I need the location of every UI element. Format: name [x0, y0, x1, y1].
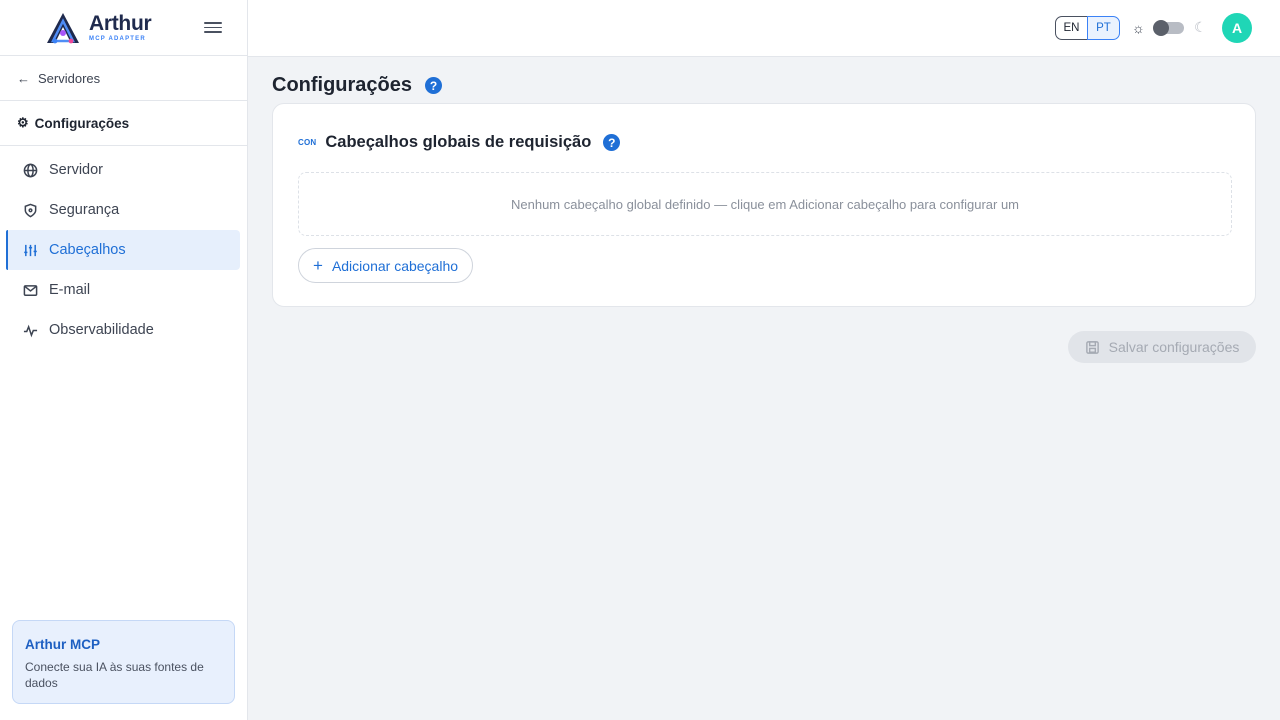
sidebar: Arthur MCP ADAPTER ← Servidores ⚙ Config…	[0, 0, 248, 720]
sidebar-item-label: Observabilidade	[49, 322, 154, 338]
sidebar-item-label: Servidor	[49, 162, 103, 178]
brand: Arthur MCP ADAPTER	[0, 0, 247, 56]
add-header-button[interactable]: + Adicionar cabeçalho	[298, 248, 474, 283]
moon-icon: ☾	[1194, 19, 1207, 35]
globe-icon	[23, 163, 38, 177]
plus-icon: +	[313, 256, 323, 275]
save-icon	[1085, 340, 1099, 354]
sliders-icon	[24, 244, 37, 256]
promo-title: Arthur MCP	[25, 637, 100, 652]
topbar: EN PT ☼ ☾ A	[248, 0, 1280, 57]
sidebar-item-seguranca[interactable]: Segurança	[6, 190, 240, 230]
sidebar-item-label: E-mail	[49, 282, 91, 298]
sidebar-item-email[interactable]: E-mail	[6, 270, 240, 310]
arrow-left-icon: ←	[17, 70, 30, 86]
brand-text: Arthur MCP ADAPTER	[89, 12, 152, 42]
avatar[interactable]: A	[1222, 13, 1252, 43]
activity-icon	[23, 324, 38, 337]
settings-nav: Servidor Segurança Cabeçalhos E-mail Obs…	[0, 146, 247, 350]
page-title-row: Configurações ?	[272, 74, 443, 97]
mail-icon	[23, 284, 38, 296]
save-settings-label: Salvar configurações	[1108, 339, 1240, 355]
brand-subtitle: MCP ADAPTER	[89, 36, 146, 42]
section-header: ⚙ Configurações	[0, 101, 247, 146]
back-label: Servidores	[38, 70, 101, 86]
gear-icon: ⚙	[17, 115, 29, 130]
theme-toggle[interactable]	[1153, 20, 1184, 36]
help-icon[interactable]: ?	[425, 77, 443, 94]
empty-state: Nenhum cabeçalho global definido — cliqu…	[298, 172, 1232, 236]
section-label: Configurações	[34, 115, 130, 131]
card-help-icon[interactable]: ?	[603, 134, 621, 151]
sidebar-item-label: Cabeçalhos	[49, 242, 126, 258]
con-icon: CON	[298, 138, 317, 147]
language-en-button[interactable]: EN	[1055, 16, 1088, 40]
language-switcher: EN PT	[1055, 16, 1120, 40]
promo-text: Conecte sua IA às suas fontes de dados	[25, 660, 204, 690]
menu-icon[interactable]	[204, 19, 222, 37]
card-title: Cabeçalhos globais de requisição	[325, 133, 592, 151]
sidebar-item-observabilidade[interactable]: Observabilidade	[6, 310, 240, 350]
brand-name: Arthur	[89, 12, 152, 35]
shield-icon	[24, 203, 37, 217]
card-header: CON Cabeçalhos globais de requisição ?	[298, 133, 621, 152]
page-title: Configurações	[272, 74, 413, 96]
sidebar-item-cabecalhos[interactable]: Cabeçalhos	[6, 230, 240, 270]
headers-card: CON Cabeçalhos globais de requisição ? N…	[272, 103, 1256, 307]
sun-icon: ☼	[1132, 20, 1145, 36]
arthur-logo-icon	[47, 12, 79, 43]
toggle-knob	[1153, 20, 1169, 36]
promo-card: Arthur MCP Conecte sua IA às suas fontes…	[12, 620, 235, 704]
save-settings-button[interactable]: Salvar configurações	[1068, 331, 1256, 363]
add-header-label: Adicionar cabeçalho	[331, 257, 459, 274]
language-pt-button[interactable]: PT	[1087, 16, 1120, 40]
back-to-servers-link[interactable]: ← Servidores	[0, 56, 247, 101]
sidebar-item-label: Segurança	[49, 202, 120, 218]
sidebar-item-servidor[interactable]: Servidor	[6, 150, 240, 190]
